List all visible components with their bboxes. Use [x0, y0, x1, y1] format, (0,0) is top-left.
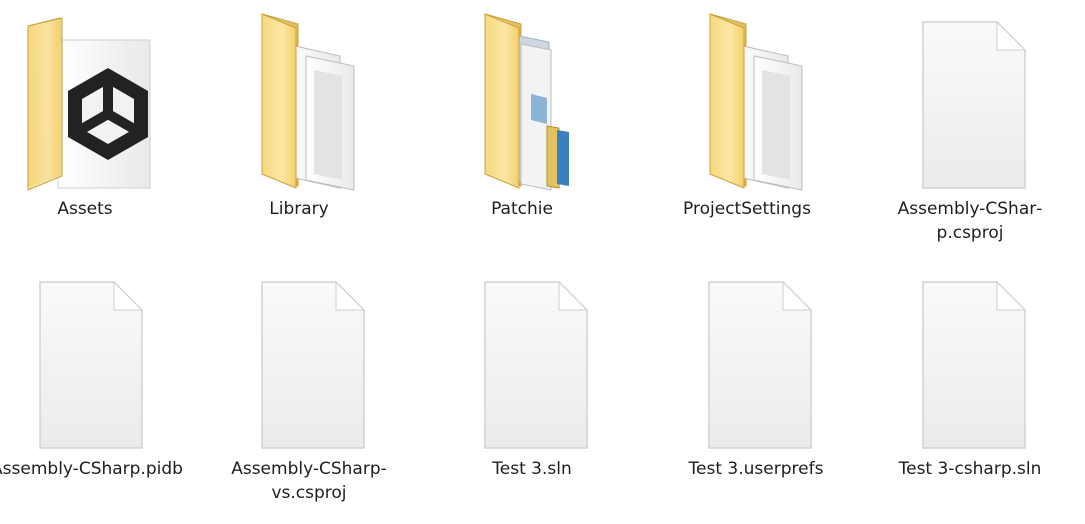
blank-file-icon	[922, 20, 1027, 189]
item-label: Test 3.userprefs	[688, 459, 824, 479]
item-label: Library	[269, 199, 329, 219]
file-item-projectsettings[interactable]: ProjectSettings	[637, 4, 857, 256]
blank-file-icon	[484, 280, 589, 449]
file-item-test3-userprefs[interactable]: Test 3.userprefs	[646, 264, 866, 516]
item-label: Assembly-CShar­p.csproj	[897, 199, 1043, 243]
item-label: Test 3-csharp.sln	[898, 459, 1042, 479]
blank-file-icon	[708, 280, 813, 449]
documents-folder-icon	[261, 13, 355, 191]
file-item-test3-csharp-sln[interactable]: Test 3-csharp.sln	[860, 264, 1080, 516]
blank-file-icon	[261, 280, 366, 449]
file-item-assets[interactable]: Assets	[0, 4, 195, 256]
item-label: ProjectSettings	[683, 199, 811, 219]
file-item-test3-sln[interactable]: Test 3.sln	[422, 264, 642, 516]
item-label: Test 3.sln	[492, 459, 572, 479]
file-item-patchie[interactable]: Patchie	[412, 4, 632, 256]
file-item-assembly-csharp-pidb[interactable]: Assembly-CShar­p.pidb	[0, 264, 197, 516]
documents-folder-icon	[709, 13, 803, 191]
blank-file-icon	[922, 280, 1027, 449]
blank-file-icon	[39, 280, 144, 449]
item-label: Assembly-CShar­p.pidb	[0, 459, 183, 479]
item-label: Assembly-CShar­p-vs.csproj	[231, 459, 387, 503]
file-item-assembly-csharp-vs-csproj[interactable]: Assembly-CShar­p-vs.csproj	[199, 264, 419, 516]
item-label: Patchie	[491, 199, 553, 219]
file-item-library[interactable]: Library	[189, 4, 409, 256]
file-grid: Assets Library Patchie ProjectSettings A…	[0, 0, 1085, 524]
file-item-assembly-csharp-csproj[interactable]: Assembly-CShar­p.csproj	[860, 4, 1080, 256]
files-folder-icon	[484, 13, 569, 191]
item-label: Assets	[57, 199, 113, 219]
unity-folder-icon	[27, 17, 151, 191]
